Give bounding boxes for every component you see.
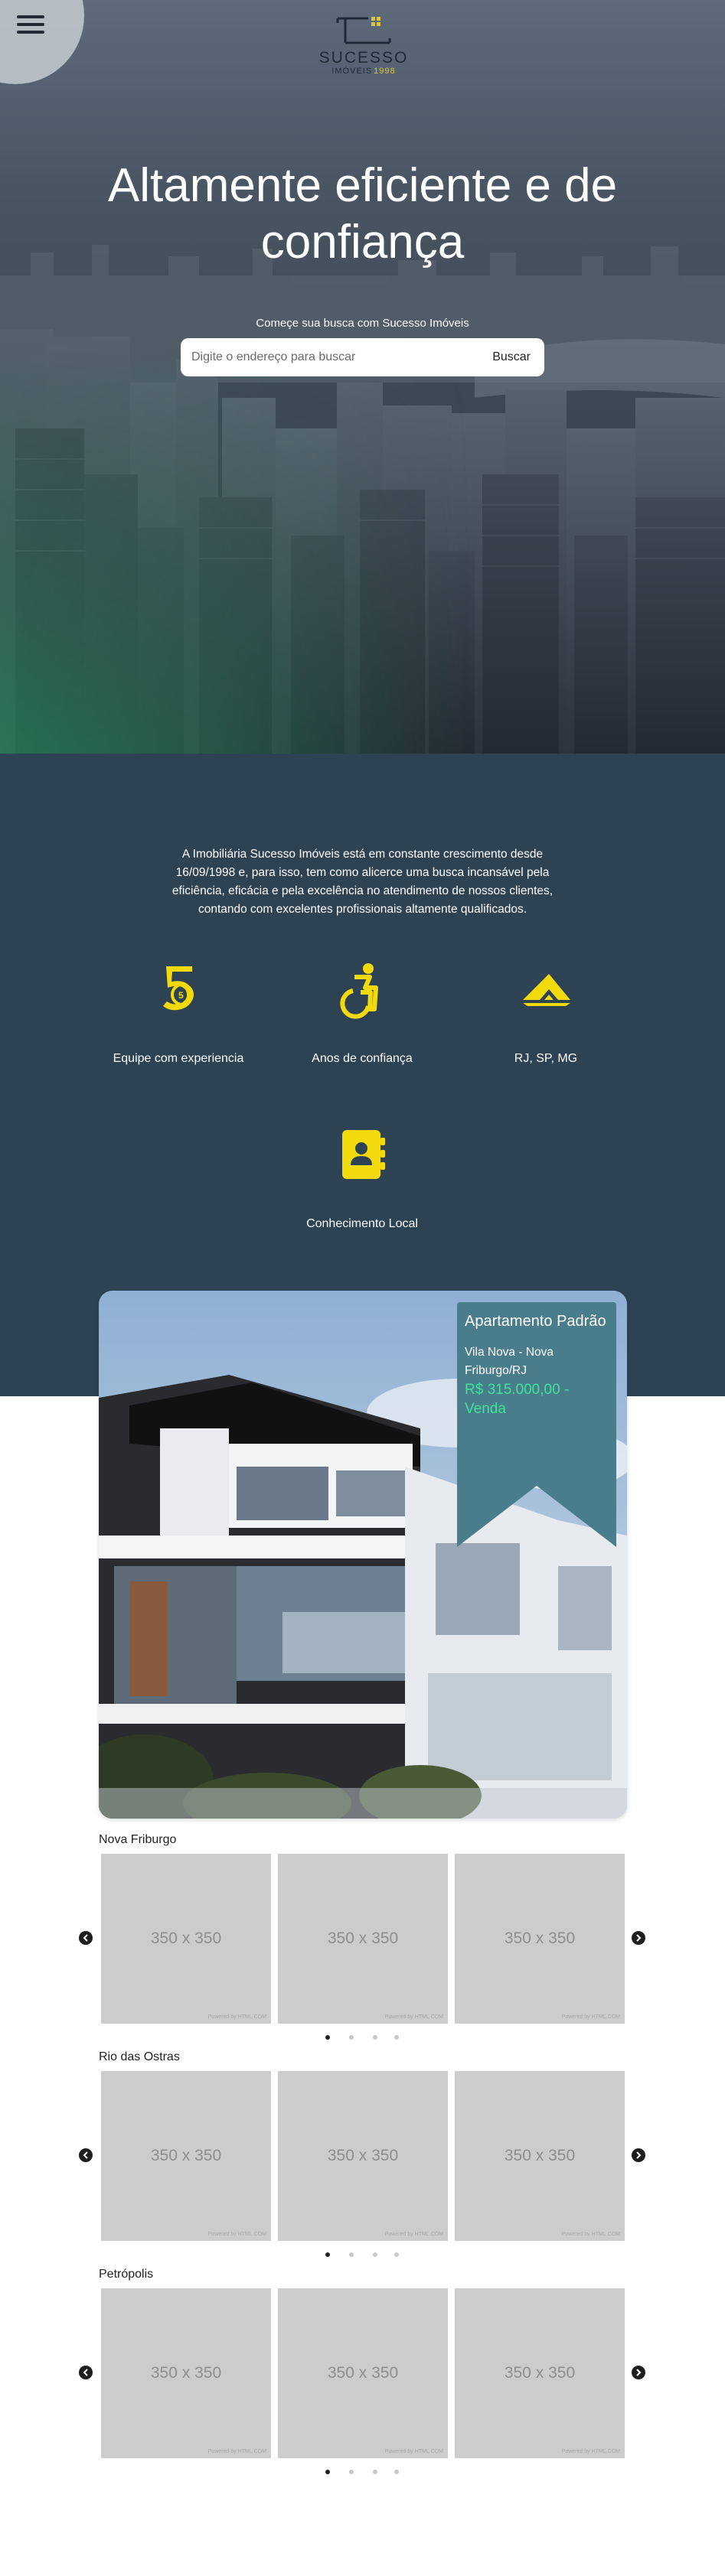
slide-credit: Powered by HTML.COM bbox=[207, 2014, 266, 2020]
logo-sub-text: IMÓVEIS 1998 bbox=[331, 67, 396, 76]
slide-credit: Powered by HTML.COM bbox=[207, 2232, 266, 2237]
carousel-dot[interactable] bbox=[373, 2252, 377, 2257]
slide-placeholder: 350 x 350 bbox=[504, 1930, 576, 1947]
carousel-next-arrow[interactable] bbox=[632, 2148, 645, 2162]
property-price: R$ 315.000,00 - Venda bbox=[465, 1382, 570, 1417]
slide-credit: Powered by HTML.COM bbox=[384, 2014, 443, 2020]
map-region-icon bbox=[523, 974, 570, 1006]
slide-credit: Powered by HTML.COM bbox=[561, 2232, 620, 2237]
slide-credit: Powered by HTML.COM bbox=[561, 2449, 620, 2454]
carousel-dot[interactable] bbox=[394, 2470, 399, 2474]
carousel-dot[interactable] bbox=[394, 2252, 399, 2257]
green-gradient-overlay bbox=[0, 329, 725, 754]
feature-label: Conhecimento Local bbox=[306, 1217, 418, 1230]
site-logo[interactable]: SUCESSO IMÓVEIS 1998 bbox=[314, 12, 413, 89]
about-text: A Imobiliária Sucesso Imóveis está em co… bbox=[171, 848, 554, 916]
feature-label: Equipe com experiencia bbox=[113, 1052, 244, 1065]
search-bar: Buscar bbox=[181, 338, 544, 376]
carousel-dots bbox=[0, 2252, 725, 2260]
slide-placeholder: 350 x 350 bbox=[150, 2364, 222, 2382]
carousel-slide[interactable]: 350 x 350 Powered by HTML.COM bbox=[278, 1854, 448, 2024]
carousel-dot[interactable] bbox=[394, 2035, 399, 2040]
carousel-city-title: Rio das Ostras bbox=[99, 2050, 180, 2063]
carousel-track: 350 x 350 Powered by HTML.COM 350 x 350 … bbox=[101, 2288, 625, 2458]
chevron-left-icon bbox=[83, 2369, 88, 2376]
carousel-prev-arrow[interactable] bbox=[79, 2148, 93, 2162]
hamburger-icon[interactable] bbox=[17, 15, 44, 38]
slide-placeholder: 350 x 350 bbox=[327, 1930, 399, 1947]
carousel-city-title: Nova Friburgo bbox=[99, 1833, 177, 1846]
five-years-icon: 5 bbox=[163, 966, 194, 1011]
carousel-next-arrow[interactable] bbox=[632, 2366, 645, 2379]
slide-placeholder: 350 x 350 bbox=[504, 2364, 576, 2382]
carousel-prev-arrow[interactable] bbox=[79, 2366, 93, 2379]
slide-credit: Powered by HTML.COM bbox=[384, 2449, 443, 2454]
slide-credit: Powered by HTML.COM bbox=[384, 2232, 443, 2237]
logo-brand-text: SUCESSO bbox=[318, 49, 409, 67]
carousel-slide[interactable]: 350 x 350 Powered by HTML.COM bbox=[278, 2288, 448, 2458]
carousel-dot[interactable] bbox=[373, 2035, 377, 2040]
carousel-prev-arrow[interactable] bbox=[79, 1931, 93, 1945]
feature-experience: 5 Equipe com experiencia bbox=[79, 959, 278, 1066]
carousel-dot[interactable] bbox=[373, 2470, 377, 2474]
slide-credit: Powered by HTML.COM bbox=[561, 2014, 620, 2020]
slide-placeholder: 350 x 350 bbox=[504, 2147, 576, 2164]
carousel-slide[interactable]: 350 x 350 Powered by HTML.COM bbox=[455, 2071, 625, 2241]
carousel-track: 350 x 350 Powered by HTML.COM 350 x 350 … bbox=[101, 2071, 625, 2241]
feature-label: Anos de confiança bbox=[312, 1052, 413, 1065]
slide-placeholder: 350 x 350 bbox=[327, 2147, 399, 2164]
slide-placeholder: 350 x 350 bbox=[150, 1930, 222, 1947]
feature-local-knowledge: Conhecimento Local bbox=[263, 1124, 462, 1231]
carousel-dot[interactable] bbox=[349, 2470, 354, 2474]
carousel-dots bbox=[0, 2035, 725, 2043]
property-address: Vila Nova - Nova Friburgo/RJ bbox=[465, 1346, 554, 1377]
carousel-slide[interactable]: 350 x 350 Powered by HTML.COM bbox=[455, 1854, 625, 2024]
carousel-next-arrow[interactable] bbox=[632, 1931, 645, 1945]
carousel-dot[interactable] bbox=[349, 2035, 354, 2040]
featured-property-card[interactable]: Apartamento Padrão Vila Nova - Nova Frib… bbox=[99, 1291, 627, 1819]
house-roof-logo-icon bbox=[336, 17, 391, 44]
carousel-slide[interactable]: 350 x 350 Powered by HTML.COM bbox=[101, 1854, 271, 2024]
chevron-left-icon bbox=[83, 1934, 88, 1942]
hero-subtitle: Começe sua busca com Sucesso Imóveis bbox=[256, 317, 469, 330]
svg-text:5: 5 bbox=[178, 990, 184, 1001]
slide-placeholder: 350 x 350 bbox=[150, 2147, 222, 2164]
property-ribbon: Apartamento Padrão Vila Nova - Nova Frib… bbox=[457, 1302, 616, 1547]
hero-section: SUCESSO IMÓVEIS 1998 Altamente eficiente … bbox=[0, 0, 725, 754]
carousel-dots bbox=[0, 2470, 725, 2477]
feature-label: RJ, SP, MG bbox=[514, 1052, 578, 1065]
chevron-right-icon bbox=[636, 2151, 642, 2159]
address-search-input[interactable] bbox=[181, 339, 479, 376]
property-title: Apartamento Padrão bbox=[465, 1313, 606, 1330]
carousel-slide[interactable]: 350 x 350 Powered by HTML.COM bbox=[455, 2288, 625, 2458]
carousel-city-title: Petrópolis bbox=[99, 2268, 154, 2281]
carousel-slide[interactable]: 350 x 350 Powered by HTML.COM bbox=[101, 2288, 271, 2458]
carousel-dot[interactable] bbox=[325, 2252, 330, 2257]
chevron-left-icon bbox=[83, 2151, 88, 2159]
chevron-right-icon bbox=[636, 1934, 642, 1942]
carousel-dot[interactable] bbox=[325, 2470, 330, 2474]
feature-regions: RJ, SP, MG bbox=[446, 959, 645, 1066]
carousel-slide[interactable]: 350 x 350 Powered by HTML.COM bbox=[278, 2071, 448, 2241]
carousel-slide[interactable]: 350 x 350 Powered by HTML.COM bbox=[101, 2071, 271, 2241]
address-book-icon bbox=[342, 1130, 385, 1179]
carousel-dot[interactable] bbox=[325, 2035, 330, 2040]
slide-placeholder: 350 x 350 bbox=[327, 2364, 399, 2382]
carousel-dot[interactable] bbox=[349, 2252, 354, 2257]
chevron-right-icon bbox=[636, 2369, 642, 2376]
accessible-icon bbox=[340, 963, 378, 1019]
slide-credit: Powered by HTML.COM bbox=[207, 2449, 266, 2454]
hero-title: Altamente eficiente e de confiança bbox=[107, 159, 618, 269]
search-button[interactable]: Buscar bbox=[478, 339, 544, 376]
carousel-track: 350 x 350 Powered by HTML.COM 350 x 350 … bbox=[101, 1854, 625, 2024]
feature-trust: Anos de confiança bbox=[263, 959, 462, 1066]
